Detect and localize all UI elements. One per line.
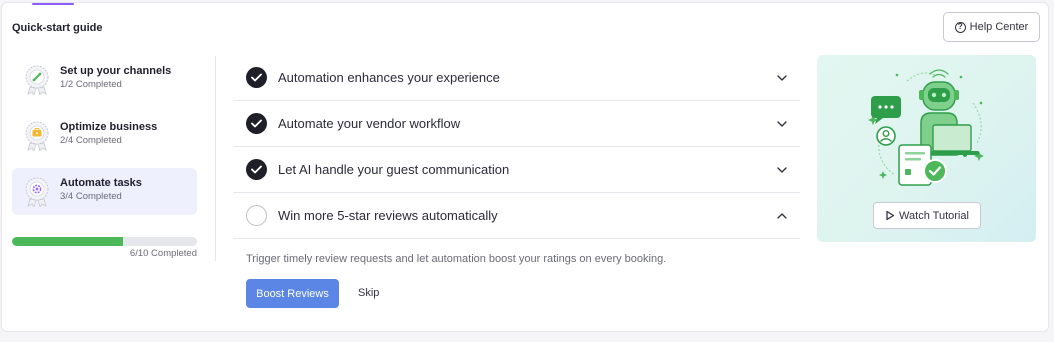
empty-circle-icon (246, 205, 267, 226)
step-title: Set up your channels (60, 65, 172, 77)
task-item[interactable]: Automation enhances your experience (233, 55, 800, 101)
task-accordion: Automation enhances your experience Auto… (233, 55, 800, 239)
column-divider (215, 56, 216, 261)
step-item-automate[interactable]: Automate tasks 3/4 Completed (12, 168, 197, 215)
channels-medal-icon (25, 65, 49, 95)
help-center-button[interactable]: ? Help Center (943, 12, 1040, 42)
chevron-down-icon[interactable] (776, 72, 788, 84)
task-description: Trigger timely review requests and let a… (246, 253, 667, 265)
step-title: Automate tasks (60, 177, 142, 189)
task-item[interactable]: Let AI handle your guest communication (233, 147, 800, 193)
task-item-expanded[interactable]: Win more 5-star reviews automatically (233, 193, 800, 239)
task-item[interactable]: Automate your vendor workflow (233, 101, 800, 147)
progress-label: 6/10 Completed (129, 248, 197, 259)
watch-tutorial-button[interactable]: Watch Tutorial (873, 202, 981, 229)
help-center-label: Help Center (969, 21, 1029, 33)
watch-tutorial-label: Watch Tutorial (899, 209, 969, 222)
help-circle-icon: ? (954, 21, 966, 33)
task-label: Win more 5-star reviews automatically (278, 208, 498, 223)
chevron-down-icon[interactable] (776, 164, 788, 176)
steps-list: Set up your channels 1/2 Completed Optim… (12, 56, 197, 224)
overall-progress: 6/10 Completed (12, 237, 197, 259)
step-title: Optimize business (60, 121, 158, 133)
progress-bar (12, 237, 197, 246)
chevron-up-icon[interactable] (776, 210, 788, 222)
play-icon (886, 210, 895, 221)
step-item-channels[interactable]: Set up your channels 1/2 Completed (12, 56, 197, 103)
checkmark-icon (246, 159, 267, 180)
chevron-down-icon[interactable] (776, 118, 788, 130)
checkmark-icon (246, 67, 267, 88)
skip-button[interactable]: Skip (358, 287, 379, 299)
step-subtitle: 2/4 Completed (60, 135, 122, 146)
task-label: Automation enhances your experience (278, 70, 500, 85)
business-medal-icon (25, 121, 49, 151)
boost-reviews-button[interactable]: Boost Reviews (246, 279, 339, 308)
step-subtitle: 1/2 Completed (60, 79, 122, 90)
automation-medal-icon (25, 177, 49, 207)
active-tab-indicator (32, 3, 74, 5)
step-subtitle: 3/4 Completed (60, 191, 122, 202)
step-item-business[interactable]: Optimize business 2/4 Completed (12, 112, 197, 159)
tutorial-panel: Watch Tutorial (817, 55, 1036, 242)
progress-bar-fill (12, 237, 123, 246)
task-label: Automate your vendor workflow (278, 116, 461, 131)
task-label: Let AI handle your guest communication (278, 162, 510, 177)
checkmark-icon (246, 113, 267, 134)
page-title: Quick-start guide (12, 22, 103, 34)
robot-illustration (868, 69, 984, 186)
